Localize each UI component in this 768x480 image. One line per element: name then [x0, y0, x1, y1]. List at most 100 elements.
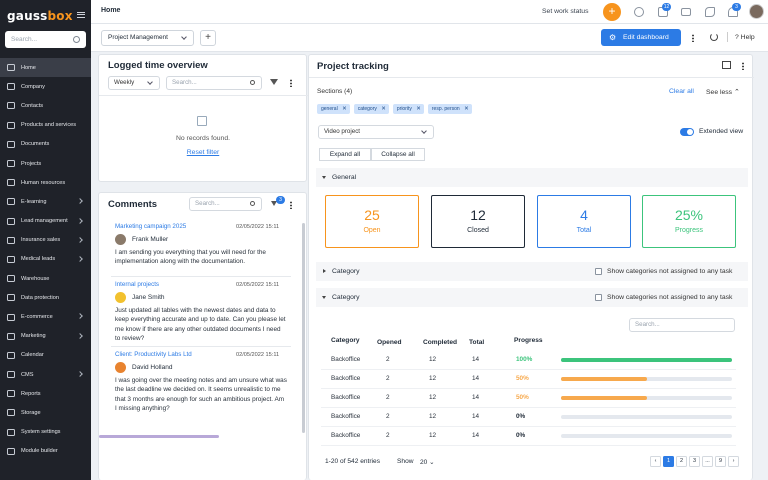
star-icon[interactable] [634, 7, 644, 17]
section-chip[interactable]: resp. person [427, 104, 472, 114]
period-select[interactable]: Weekly [108, 76, 160, 90]
sidebar-item-lead-management[interactable]: Lead management [0, 212, 91, 231]
sidebar-item-projects[interactable]: Projects [0, 154, 91, 173]
sidebar-item-e-commerce[interactable]: E-commerce [0, 307, 91, 326]
chevron-right-icon [77, 198, 83, 205]
sidebar-item-contacts[interactable]: Contacts [0, 96, 91, 115]
collapse-all-button[interactable]: Collapse all [371, 148, 425, 161]
set-work-status-button[interactable]: Set work status [542, 8, 588, 15]
sidebar-item-marketing[interactable]: Marketing [0, 327, 91, 346]
sidebar-item-label: Documents [21, 141, 50, 148]
columns-view-icon[interactable] [722, 61, 731, 69]
show-unassigned-checkbox[interactable] [595, 294, 602, 301]
comments-search-input[interactable]: Search... [189, 197, 262, 211]
page-size-select[interactable]: 20 ⌄ [420, 458, 435, 466]
page-button[interactable]: 9 [715, 456, 726, 467]
general-section-header[interactable]: General [316, 168, 748, 187]
reset-filter-link[interactable]: Reset filter [99, 149, 307, 156]
column-header-category: Category [331, 337, 360, 344]
sidebar-item-documents[interactable]: Documents [0, 135, 91, 154]
gaussbox-logo[interactable]: gaussbox [7, 9, 73, 23]
comment-project-link[interactable]: Client: Productivity Labs Ltd [115, 351, 192, 358]
sidebar-search-input[interactable]: Search... [5, 31, 86, 48]
sidebar-item-storage[interactable]: Storage [0, 403, 91, 422]
page-button[interactable]: 1 [663, 456, 674, 467]
prev-page-button[interactable]: ‹ [650, 456, 661, 467]
progress-bar-fill [561, 358, 732, 362]
sidebar-item-company[interactable]: Company [0, 77, 91, 96]
more-options-icon[interactable] [290, 79, 292, 87]
section-chip[interactable]: category [353, 104, 389, 114]
refresh-icon[interactable] [710, 33, 718, 41]
stat-value: 4 [580, 207, 588, 223]
quick-add-button[interactable]: + [603, 3, 621, 21]
breadcrumb[interactable]: Home [101, 7, 120, 14]
sidebar-item-data-protection[interactable]: Data protection [0, 288, 91, 307]
table-row[interactable]: Backoffice 2 12 14 50% [309, 394, 749, 413]
add-dashboard-button[interactable]: + [200, 30, 216, 46]
sidebar-item-label: Data protection [21, 294, 59, 301]
cell-total: 14 [472, 394, 480, 401]
sidebar-item-label: E-learning [21, 198, 47, 205]
project-tracking-title: Project tracking [317, 61, 389, 72]
more-options-icon[interactable] [692, 34, 694, 42]
see-less-link[interactable]: See less ⌃ [706, 88, 740, 96]
sidebar-item-label: E-commerce [21, 314, 53, 321]
next-page-button[interactable]: › [728, 456, 739, 467]
user-avatar[interactable] [749, 4, 764, 19]
sidebar-item-cms[interactable]: CMS [0, 365, 91, 384]
more-options-icon[interactable] [742, 62, 744, 70]
vertical-scrollbar[interactable] [302, 223, 305, 433]
logged-time-search-input[interactable]: Search... [166, 76, 262, 90]
page-button[interactable]: 3 [689, 456, 700, 467]
clear-all-link[interactable]: Clear all [669, 88, 694, 95]
extended-view-toggle[interactable] [680, 128, 694, 136]
sidebar-item-insurance-sales[interactable]: Insurance sales [0, 231, 91, 250]
contacts-icon [7, 102, 15, 110]
progress-bar-fill [561, 377, 647, 381]
table-search-input[interactable]: Search... [629, 318, 735, 332]
sidebar-item-calendar[interactable]: Calendar [0, 346, 91, 365]
table-row[interactable]: Backoffice 2 12 14 0% [309, 413, 749, 432]
sidebar-item-human-resources[interactable]: Human resources [0, 173, 91, 192]
section-chip[interactable]: priority [392, 104, 424, 114]
sidebar-item-reports[interactable]: Reports [0, 384, 91, 403]
expand-all-button[interactable]: Expand all [319, 148, 371, 161]
module-builder-icon [7, 447, 15, 455]
sidebar-item-module-builder[interactable]: Module builder [0, 442, 91, 461]
comment-project-link[interactable]: Internal projects [115, 281, 159, 288]
project-select[interactable]: Video project [318, 125, 434, 139]
page-button[interactable]: ... [702, 456, 713, 467]
horizontal-scrollbar[interactable] [99, 435, 219, 438]
cell-opened: 2 [386, 375, 390, 382]
edit-dashboard-button[interactable]: Edit dashboard [601, 29, 681, 46]
sidebar-item-e-learning[interactable]: E-learning [0, 192, 91, 211]
more-options-icon[interactable] [290, 201, 292, 209]
comment-project-link[interactable]: Marketing campaign 2025 [115, 223, 186, 230]
menu-toggle-icon[interactable] [77, 12, 85, 18]
sidebar-item-products-and-services[interactable]: Products and services [0, 116, 91, 135]
mail-icon[interactable] [681, 8, 691, 16]
sidebar-item-home[interactable]: Home [0, 58, 91, 78]
filter-icon[interactable] [270, 79, 278, 85]
help-link[interactable]: ? Help [735, 34, 755, 41]
sidebar-item-label: System settings [21, 429, 61, 436]
column-header-completed: Completed [423, 339, 458, 346]
page-button[interactable]: 2 [676, 456, 687, 467]
table-row[interactable]: Backoffice 2 12 14 50% [309, 375, 749, 394]
section-chip[interactable]: general [317, 104, 350, 114]
sidebar-item-label: CMS [21, 371, 34, 378]
show-unassigned-checkbox[interactable] [595, 268, 602, 275]
sidebar-item-warehouse[interactable]: Warehouse [0, 269, 91, 288]
table-row[interactable]: Backoffice 2 12 14 0% [309, 432, 749, 451]
table-row[interactable]: Backoffice 2 12 14 100% [309, 356, 749, 375]
sidebar-item-medical-leads[interactable]: Medical leads [0, 250, 91, 269]
progress-bar-fill [561, 396, 647, 400]
sidebar-item-label: Products and services [21, 122, 77, 129]
cell-progress-label: 50% [516, 394, 529, 401]
sidebar-item-label: Projects [21, 160, 42, 167]
dashboard-select[interactable]: Project Management [101, 30, 194, 46]
row-divider [321, 407, 736, 408]
sidebar-item-system-settings[interactable]: System settings [0, 423, 91, 442]
phone-icon[interactable] [705, 7, 715, 17]
